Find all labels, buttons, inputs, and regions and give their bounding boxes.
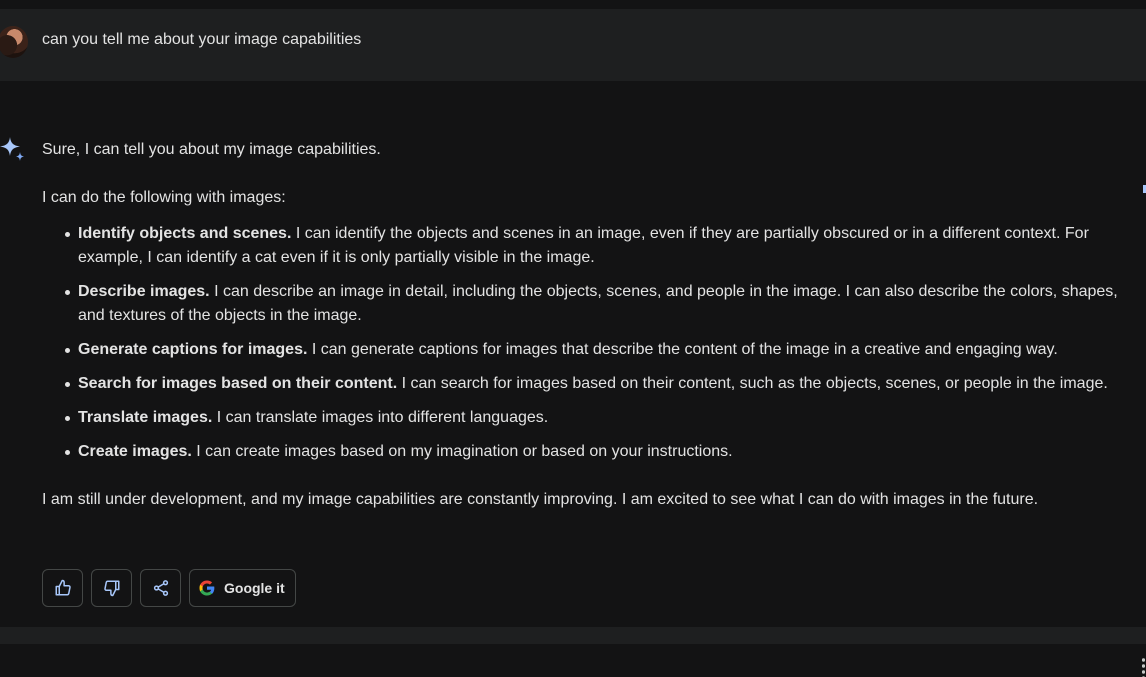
list-item-title: Search for images based on their content… — [78, 375, 398, 392]
list-item-title: Generate captions for images. — [78, 341, 308, 358]
list-item: Search for images based on their content… — [65, 372, 1142, 396]
top-strip — [0, 0, 1146, 9]
list-item: Create images. I can create images based… — [65, 440, 1142, 464]
gemini-sparkle-icon — [0, 137, 24, 161]
more-options-icon[interactable] — [1142, 657, 1145, 677]
list-item: Identify objects and scenes. I can ident… — [65, 222, 1142, 270]
thumbs-down-button[interactable] — [91, 569, 132, 607]
response-intro: Sure, I can tell you about my image capa… — [42, 141, 381, 158]
user-prompt-bar: can you tell me about your image capabil… — [0, 9, 1146, 81]
response-text: Sure, I can tell you about my image capa… — [42, 138, 1142, 512]
list-item-body: I can search for images based on their c… — [397, 375, 1108, 392]
list-item-body: I can describe an image in detail, inclu… — [78, 283, 1118, 324]
capability-list: Identify objects and scenes. I can ident… — [42, 222, 1142, 464]
user-prompt-text: can you tell me about your image capabil… — [42, 31, 362, 48]
list-item-title: Describe images. — [78, 283, 210, 300]
response-actions: Google it — [42, 569, 296, 607]
thumb-up-icon — [55, 579, 71, 596]
share-button[interactable] — [140, 569, 181, 607]
user-avatar — [0, 26, 28, 58]
thumb-down-icon — [103, 580, 119, 597]
google-it-button[interactable]: Google it — [189, 569, 296, 607]
google-it-label: Google it — [224, 580, 285, 596]
list-item-title: Identify objects and scenes. — [78, 225, 292, 242]
list-item: Generate captions for images. I can gene… — [65, 338, 1142, 362]
bottom-strip — [0, 627, 1146, 644]
list-item-body: I can create images based on my imaginat… — [191, 443, 733, 460]
share-icon — [153, 580, 168, 596]
list-item-title: Translate images. — [78, 409, 213, 426]
response-outro: I am still under development, and my ima… — [42, 491, 1039, 508]
google-g-icon — [199, 580, 215, 596]
response-area: Sure, I can tell you about my image capa… — [0, 81, 1146, 677]
list-item: Describe images. I can describe an image… — [65, 280, 1142, 328]
list-item-body: I can generate captions for images that … — [307, 341, 1058, 358]
thumbs-up-button[interactable] — [42, 569, 83, 607]
list-item: Translate images. I can translate images… — [65, 406, 1142, 430]
response-lead: I can do the following with images: — [42, 189, 286, 206]
list-item-body: I can translate images into different la… — [212, 409, 549, 426]
list-item-title: Create images. — [78, 443, 192, 460]
